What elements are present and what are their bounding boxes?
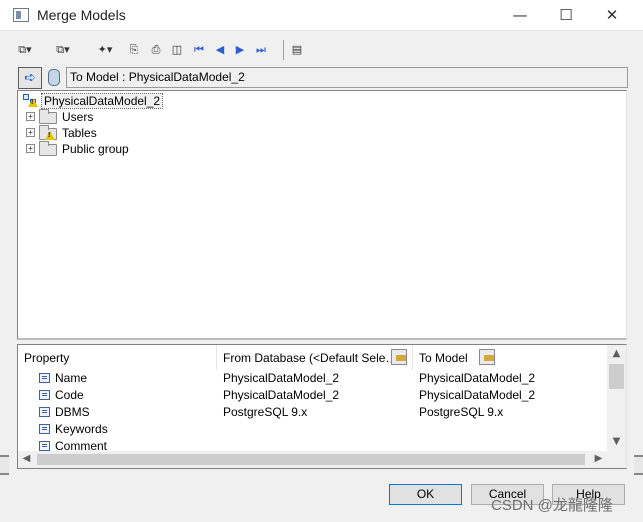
table-row[interactable]: Name PhysicalDataModel_2 PhysicalDataMod…: [18, 370, 608, 387]
folder-icon: [39, 109, 57, 124]
warning-icon: [28, 98, 38, 107]
folder-icon: [39, 141, 57, 156]
column-header-from-database[interactable]: From Database (<Default Sele…: [217, 345, 413, 370]
scroll-left-icon[interactable]: ◀: [18, 453, 35, 464]
column-header-property[interactable]: Property: [18, 345, 217, 370]
target-model-label: To Model : PhysicalDataModel_2: [70, 70, 245, 84]
tree-root-label: PhysicalDataModel_2: [40, 93, 164, 109]
table-row[interactable]: Keywords: [18, 421, 608, 438]
database-icon: [48, 69, 60, 86]
window-title: Merge Models: [37, 7, 126, 23]
expand-icon[interactable]: +: [26, 112, 35, 121]
tree-item-label: Users: [62, 110, 94, 124]
previous-icon[interactable]: ◀: [212, 41, 228, 59]
property-icon: [39, 390, 50, 400]
select-source-icon[interactable]: [391, 349, 407, 365]
tree-item-public-group[interactable]: + Public group: [26, 141, 176, 157]
property-grid: Property From Database (<Default Sele… T…: [17, 344, 627, 469]
warning-icon: [45, 131, 55, 140]
vertical-scroll-thumb[interactable]: [609, 364, 624, 389]
scroll-up-icon[interactable]: ▲: [608, 348, 625, 359]
maximize-button[interactable]: ☐: [543, 0, 589, 31]
table-row[interactable]: DBMS PostgreSQL 9.x PostgreSQL 9.x: [18, 404, 608, 421]
ok-button[interactable]: OK: [389, 484, 462, 505]
select-target-icon[interactable]: [479, 349, 495, 365]
target-model-field: To Model : PhysicalDataModel_2: [66, 67, 628, 88]
find-icon[interactable]: ⎙: [148, 41, 164, 59]
tree-item-label: Public group: [62, 142, 129, 156]
vertical-scrollbar[interactable]: ▲ ▼: [607, 345, 626, 451]
close-icon: ✕: [605, 6, 619, 24]
window-edge-right: [634, 455, 643, 475]
scroll-corner: [607, 451, 626, 468]
next-icon[interactable]: ▶: [232, 41, 248, 59]
expand-icon[interactable]: +: [26, 144, 35, 153]
horizontal-scroll-thumb[interactable]: [37, 454, 585, 465]
properties-icon[interactable]: ⎘: [126, 41, 142, 59]
compare-icon[interactable]: ◫: [169, 41, 185, 59]
close-button[interactable]: ✕: [589, 0, 635, 31]
target-row: ➪ To Model : PhysicalDataModel_2: [16, 66, 628, 90]
property-icon: [39, 441, 50, 451]
direction-button[interactable]: ➪: [18, 67, 42, 89]
minimize-button[interactable]: —: [497, 0, 543, 31]
property-icon: [39, 424, 50, 434]
table-row[interactable]: Comment: [18, 438, 608, 451]
toolbar-separator: [283, 40, 284, 60]
toolbar: ⧉▾ ⧉▾ ✦▾ ⎘ ⎙ ◫ ⏮ ◀ ▶ ⏭ ▤: [10, 38, 630, 62]
scroll-right-icon[interactable]: ▶: [590, 453, 607, 464]
tree-item-tables[interactable]: + Tables: [26, 125, 176, 141]
scroll-down-icon[interactable]: ▼: [608, 436, 625, 447]
title-bar: Merge Models — ☐ ✕: [0, 0, 643, 31]
tree-item-label: Tables: [62, 126, 97, 140]
expand-icon[interactable]: +: [26, 128, 35, 137]
last-icon[interactable]: ⏭: [253, 41, 269, 59]
watermark: CSDN @龙龍隆隆: [491, 497, 613, 514]
horizontal-scrollbar[interactable]: ◀ ▶: [18, 451, 607, 468]
property-icon: [39, 407, 50, 417]
action-dropdown[interactable]: ✦▾: [90, 41, 120, 59]
minimize-icon: —: [512, 6, 528, 24]
property-icon: [39, 373, 50, 383]
report-icon[interactable]: ▤: [289, 41, 305, 59]
maximize-icon: ☐: [559, 6, 573, 24]
column-header-to-model[interactable]: To Model: [413, 345, 607, 370]
tree-item-users[interactable]: + Users: [26, 109, 176, 125]
filter-dropdown[interactable]: ⧉▾: [48, 41, 78, 59]
tree-root[interactable]: PhysicalDataModel_2: [22, 93, 222, 109]
table-row[interactable]: Code PhysicalDataModel_2 PhysicalDataMod…: [18, 387, 608, 404]
app-icon: [13, 8, 29, 22]
merge-options-dropdown[interactable]: ⧉▾: [10, 41, 40, 59]
window-edge-left: [0, 455, 9, 475]
first-icon[interactable]: ⏮: [191, 41, 207, 59]
model-tree[interactable]: PhysicalDataModel_2 + Users + Tables + P…: [17, 90, 627, 340]
